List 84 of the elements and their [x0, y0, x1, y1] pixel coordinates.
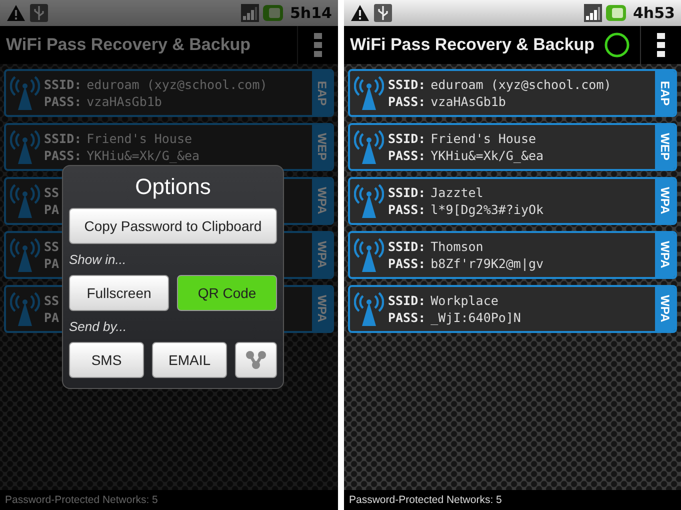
- ssid-value: Friend's House: [430, 131, 536, 146]
- security-tag: WPA: [655, 179, 675, 223]
- ssid-label: SSID:: [44, 77, 82, 92]
- antenna-icon: [10, 290, 40, 328]
- share-button[interactable]: [235, 342, 277, 378]
- status-time: 4h53: [633, 4, 675, 22]
- app-title: WiFi Pass Recovery & Backup: [6, 35, 252, 55]
- warning-icon: [350, 4, 370, 22]
- send-button[interactable]: EMAIL: [152, 342, 227, 378]
- security-tag: EAP: [655, 71, 675, 115]
- overflow-menu-icon[interactable]: [656, 32, 666, 58]
- ssid-value: eduroam (xyz@school.com): [86, 77, 268, 92]
- network-count: Password-Protected Networks: 5: [349, 494, 502, 506]
- antenna-icon: [10, 74, 40, 112]
- battery-icon: [606, 5, 626, 21]
- pass-value: l*9[Dg2%3#?iyOk: [430, 202, 544, 217]
- security-tag: WPA: [312, 233, 332, 277]
- ssid-value: Workplace: [430, 293, 498, 308]
- send-button[interactable]: SMS: [69, 342, 144, 378]
- pass-label: PA: [44, 310, 60, 325]
- ssid-label: SS: [44, 293, 60, 308]
- security-tag: WPA: [312, 179, 332, 223]
- network-card[interactable]: SSID: Jazztel PASS: l*9[Dg2%3#?iyOk WPA: [348, 177, 677, 225]
- pass-value: _WjI:640Po]N: [430, 310, 521, 325]
- antenna-icon: [354, 290, 384, 328]
- security-tag: WPA: [312, 287, 332, 331]
- ssid-label: SS: [44, 239, 60, 254]
- ssid-label: SSID:: [388, 293, 426, 308]
- network-card[interactable]: SSID: Friend's House PASS: YKHiu&=Xk/G_&ea WEP: [348, 123, 677, 171]
- antenna-icon: [10, 182, 40, 220]
- show-button[interactable]: Fullscreen: [69, 275, 169, 311]
- security-tag: EAP: [312, 71, 332, 115]
- ssid-label: SSID:: [388, 185, 426, 200]
- pass-label: PA: [44, 256, 60, 271]
- pass-label: PASS:: [388, 94, 426, 109]
- ssid-label: SSID:: [388, 131, 426, 146]
- app-title: WiFi Pass Recovery & Backup: [350, 35, 596, 55]
- antenna-icon: [10, 236, 40, 274]
- ssid-label: SSID:: [388, 77, 426, 92]
- ssid-value: Thomson: [430, 239, 484, 254]
- share-icon: [245, 349, 267, 371]
- network-card[interactable]: SSID: eduroam (xyz@school.com) PASS: vzaHAsGb1b EAP: [348, 69, 677, 117]
- section-label: Show in...: [69, 252, 128, 267]
- pass-label: PASS:: [44, 94, 82, 109]
- pass-value: b8Zf'r79K2@m|gv: [430, 256, 544, 271]
- warning-icon: [6, 4, 26, 22]
- antenna-icon: [354, 74, 384, 112]
- usb-icon: [374, 4, 392, 22]
- antenna-icon: [10, 128, 40, 166]
- network-card[interactable]: SSID: Workplace PASS: _WjI:640Po]N WPA: [348, 285, 677, 333]
- pass-label: PA: [44, 202, 60, 217]
- signal-icon: [241, 4, 259, 22]
- pass-label: PASS:: [388, 256, 426, 271]
- ssid-label: SSID:: [388, 239, 426, 254]
- pass-label: PASS:: [388, 202, 426, 217]
- pass-value: YKHiu&=Xk/G_&ea: [430, 148, 544, 163]
- copy-button[interactable]: Copy Password to Clipboard: [69, 208, 277, 244]
- ssid-label: SS: [44, 185, 60, 200]
- ssid-value: Friend's House: [86, 131, 192, 146]
- network-count: Password-Protected Networks: 5: [5, 494, 158, 506]
- show-button[interactable]: QR Code: [177, 275, 277, 311]
- usb-icon: [30, 4, 48, 22]
- security-tag: WPA: [655, 287, 675, 331]
- ssid-label: SSID:: [44, 131, 82, 146]
- network-card[interactable]: SSID: Thomson PASS: b8Zf'r79K2@m|gv WPA: [348, 231, 677, 279]
- pass-label: PASS:: [388, 310, 426, 325]
- ssid-value: eduroam (xyz@school.com): [430, 77, 612, 92]
- status-time: 5h14: [290, 4, 332, 22]
- antenna-icon: [354, 236, 384, 274]
- dialog-title: Options: [134, 174, 212, 200]
- pass-value: vzaHAsGb1b: [86, 94, 162, 109]
- security-tag: WEP: [312, 125, 332, 169]
- pass-value: vzaHAsGb1b: [430, 94, 506, 109]
- security-tag: WEP: [655, 125, 675, 169]
- pass-label: PASS:: [44, 148, 82, 163]
- security-tag: WPA: [655, 233, 675, 277]
- section-label: Send by...: [69, 319, 128, 334]
- pass-value: YKHiu&=Xk/G_&ea: [86, 148, 200, 163]
- antenna-icon: [354, 182, 384, 220]
- antenna-icon: [354, 128, 384, 166]
- signal-icon: [584, 4, 602, 22]
- pass-label: PASS:: [388, 148, 426, 163]
- battery-icon: [263, 5, 283, 21]
- ssid-value: Jazztel: [430, 185, 484, 200]
